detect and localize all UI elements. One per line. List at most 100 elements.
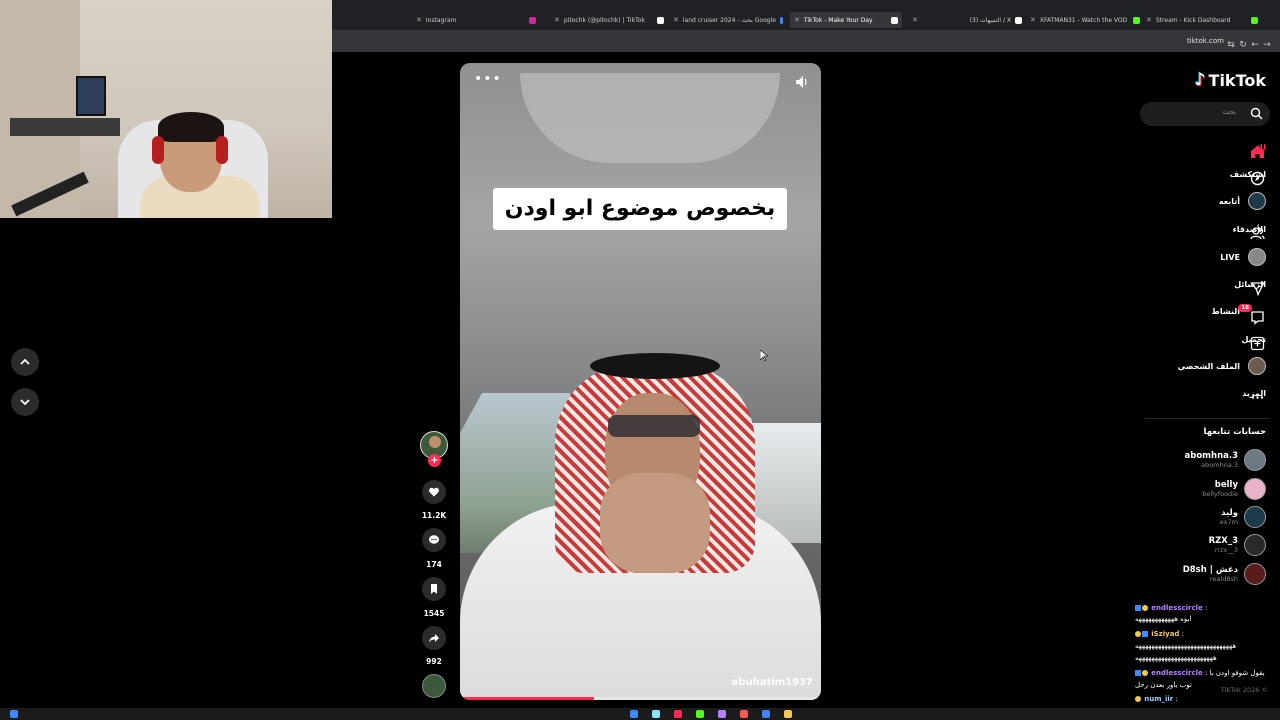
browser-tab-bar: ✕ Instagram ✕ pitochk (@pitochk) | TikTo… (332, 0, 1280, 30)
nav-item-friends[interactable]: الأصدقاء (1233, 218, 1266, 240)
search-input[interactable]: بحث (1140, 102, 1270, 126)
kick-icon (1133, 16, 1140, 24)
browser-tab[interactable]: ✕ XFATMAN31 - Watch the VOD (1030, 12, 1140, 28)
person-hands (600, 473, 710, 573)
more-icon (1248, 388, 1266, 406)
tiktok-note-icon: ♪ (1194, 70, 1206, 90)
tab-close-icon[interactable]: ✕ (794, 16, 800, 24)
nav-item-for-you[interactable]: لك (1250, 136, 1266, 158)
compass-icon (1248, 169, 1266, 187)
badge-icon (1135, 670, 1141, 676)
car-sun-visor (520, 73, 780, 163)
following-account[interactable]: وليد ex7m (1220, 505, 1266, 529)
home-icon (1248, 142, 1266, 160)
search-placeholder: بحث (1222, 108, 1236, 116)
save-button[interactable] (422, 577, 446, 601)
comment-button[interactable] (422, 528, 446, 552)
app-icon[interactable] (718, 710, 726, 718)
video-caption: بخصوص موضوع ابو اودن (493, 188, 787, 230)
nav-item-profile[interactable]: الملف الشخصي (1178, 355, 1266, 377)
following-accounts-header: حسابات تتابعها (1203, 427, 1267, 437)
badge-icon (1135, 631, 1141, 637)
following-account[interactable]: RZX_3 rrzx__3 (1209, 533, 1266, 557)
following-avatar-icon (1248, 192, 1266, 210)
tiktok-logo[interactable]: ♪ TikTok (1195, 70, 1266, 90)
browser-tab[interactable]: ✕ land cruiser 2024 - بحث Google (673, 12, 783, 28)
previous-video-button[interactable] (11, 348, 39, 376)
tab-close-icon[interactable]: ✕ (554, 16, 560, 24)
tab-close-icon[interactable]: ✕ (1146, 16, 1152, 24)
next-video-button[interactable] (11, 388, 39, 416)
webcam-person-hair (158, 112, 224, 142)
avatar (1244, 506, 1266, 528)
browser-tab[interactable]: ✕ pitochk (@pitochk) | TikTok (554, 12, 664, 28)
avatar (1244, 563, 1266, 585)
tab-close-icon[interactable]: ✕ (912, 16, 918, 24)
badge-icon (1135, 605, 1141, 611)
mouse-cursor-icon (760, 350, 768, 362)
browser-tab[interactable]: ✕ Stream - Kick Dashboard (1146, 12, 1258, 28)
screen: ✕ Instagram ✕ pitochk (@pitochk) | TikTo… (0, 0, 1280, 720)
comment-count: 174 (426, 560, 442, 569)
nav-item-more[interactable]: المزيد (1242, 382, 1266, 404)
follow-plus-icon[interactable]: + (428, 454, 441, 467)
nav-item-explore[interactable]: استكشف (1230, 163, 1266, 185)
share-button[interactable] (422, 626, 446, 650)
badge-icon (1142, 670, 1148, 676)
forward-icon[interactable]: → (1258, 36, 1276, 54)
app-icon[interactable] (762, 710, 770, 718)
chat-message: endlesscircle : يقول شوفو اودن با (1135, 669, 1280, 677)
person-agal (590, 353, 720, 379)
start-icon[interactable] (10, 710, 18, 718)
tab-close-icon[interactable]: ✕ (416, 16, 422, 24)
app-icon[interactable] (740, 710, 748, 718)
save-count: 1545 (423, 609, 445, 618)
music-disc-icon[interactable] (422, 674, 446, 698)
nav-item-messages[interactable]: الرسائل (1234, 273, 1266, 297)
webcam-shelf (10, 118, 120, 136)
webcam-overlay (0, 0, 332, 218)
nav-item-upload[interactable]: تحميل (1241, 328, 1266, 350)
browser-tab[interactable]: ✕ (3) التنبيهات / X (912, 12, 1022, 28)
following-account[interactable]: abomhna.3 abomhna.3 (1185, 448, 1266, 472)
headphone-icon (152, 136, 164, 164)
app-icon[interactable] (784, 710, 792, 718)
video-player[interactable]: بخصوص موضوع ابو اودن ••• abuhatim1937 (460, 63, 821, 700)
video-progress-fill (460, 697, 594, 700)
url-text[interactable]: tiktok.com (1187, 37, 1224, 45)
nav-item-live[interactable]: LIVE (1220, 246, 1266, 268)
messages-icon (1248, 279, 1266, 297)
browser-tab-active[interactable]: ✕ TikTok - Make Your Day (790, 12, 902, 28)
chat-message: iSziyad : (1135, 630, 1280, 638)
avatar (1244, 534, 1266, 556)
nav-item-following[interactable]: أتابعه (1219, 190, 1266, 212)
browser-tab[interactable]: ✕ Instagram (416, 12, 536, 28)
following-account[interactable]: D8sh | دغش reald8sh (1183, 562, 1266, 586)
share-icon (429, 634, 439, 643)
search-icon[interactable] (1250, 107, 1263, 120)
tab-close-icon[interactable]: ✕ (1030, 16, 1036, 24)
webcam-poster (76, 76, 106, 116)
instagram-icon (529, 16, 536, 24)
volume-icon[interactable] (795, 75, 807, 89)
chat-message: endlesscircle : (1135, 604, 1280, 612)
avatar (1244, 449, 1266, 471)
video-author[interactable]: abuhatim1937 (732, 677, 813, 688)
tab-close-icon[interactable]: ✕ (673, 16, 679, 24)
more-options-icon[interactable]: ••• (474, 71, 502, 87)
following-account[interactable]: belly bellyfoodie (1202, 477, 1266, 501)
like-button[interactable] (422, 480, 446, 504)
avatar (1244, 478, 1266, 500)
app-icon[interactable] (674, 710, 682, 718)
sidebar-divider (1145, 418, 1270, 419)
nav-item-activity[interactable]: 18 النشاط (1212, 300, 1266, 325)
app-icon[interactable] (652, 710, 660, 718)
profile-icon (1248, 357, 1266, 375)
video-progress-bar[interactable] (460, 697, 821, 700)
person-sunglasses (608, 415, 700, 437)
app-icon[interactable] (696, 710, 704, 718)
activity-icon: 18 (1238, 304, 1266, 326)
app-icon[interactable] (630, 710, 638, 718)
tiktok-icon (891, 16, 898, 24)
chat-message: num_iir : (1135, 695, 1280, 703)
